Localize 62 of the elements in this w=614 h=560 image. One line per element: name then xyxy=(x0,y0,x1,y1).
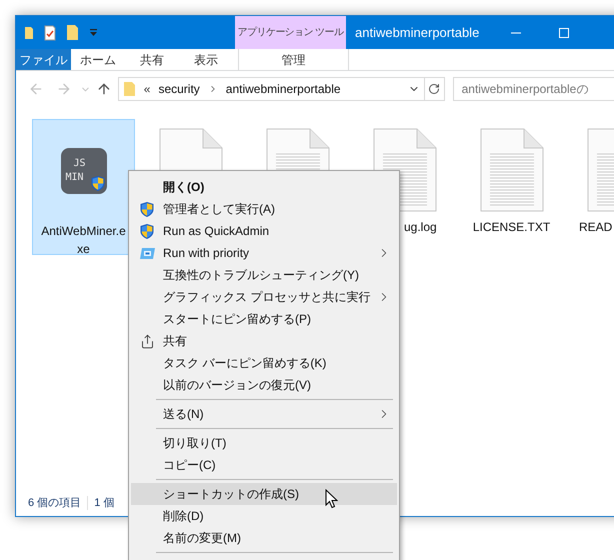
new-folder-icon[interactable] xyxy=(66,24,79,41)
shield-icon xyxy=(90,175,106,192)
selection-count: 1 個 xyxy=(94,496,114,511)
menu-item-label: ショートカットの作成(S) xyxy=(163,486,299,503)
menu-item-label: 互換性のトラブルシューティング(Y) xyxy=(163,267,359,284)
menu-item[interactable]: 送る(N) xyxy=(131,403,397,425)
file-item[interactable]: JS MIN AntiWebMiner.exe xyxy=(32,119,135,255)
breadcrumb-segment[interactable]: antiwebminerportable xyxy=(226,80,341,98)
contextual-tab-header: アプリケーション ツール xyxy=(235,16,346,49)
properties-icon[interactable] xyxy=(44,24,56,40)
item-count: 6 個の項目 xyxy=(28,496,82,511)
manage-tab[interactable]: 管理 xyxy=(238,49,349,70)
menu-item-label: 切り取り(T) xyxy=(163,435,226,452)
shield-icon xyxy=(139,222,155,240)
menu-item-label: スタートにピン留めする(P) xyxy=(163,311,311,328)
pointer-cursor-icon xyxy=(325,489,338,509)
menu-item-label: 開く(O) xyxy=(163,179,204,196)
share-icon xyxy=(140,334,154,348)
menu-item[interactable]: ショートカットの作成(S) xyxy=(131,483,397,505)
dropdown-icon[interactable] xyxy=(89,28,98,37)
shield-icon xyxy=(139,200,155,218)
ribbon-tab[interactable]: 共有 xyxy=(125,49,179,70)
menu-item[interactable]: タスク バーにピン留めする(K) xyxy=(131,352,397,374)
menu-item[interactable]: 共有 xyxy=(131,330,397,352)
search-field[interactable]: antiwebminerportableの xyxy=(452,77,614,101)
menu-item[interactable]: 名前の変更(M) xyxy=(131,527,397,549)
app-icon-text: MIN xyxy=(66,172,84,184)
file-name: AntiWebMiner.exe xyxy=(40,223,126,258)
menu-item-label: タスク バーにピン留めする(K) xyxy=(163,355,326,372)
menu-item-label: 管理者として実行(A) xyxy=(163,201,275,218)
path-overflow[interactable]: « xyxy=(144,80,150,98)
maximize-icon[interactable] xyxy=(559,28,570,38)
window-title: antiwebminerportable xyxy=(355,24,480,42)
menu-item[interactable]: 以前のバージョンの復元(V) xyxy=(131,374,397,396)
refresh-icon[interactable] xyxy=(428,83,440,95)
file-tab[interactable]: ファイル xyxy=(16,49,71,70)
up-icon[interactable] xyxy=(96,81,112,97)
menu-item-label: 共有 xyxy=(163,333,187,350)
menu-item-label: コピー(C) xyxy=(163,457,216,474)
menu-item-label: Run as QuickAdmin xyxy=(163,223,270,240)
menu-item[interactable]: コピー(C) xyxy=(131,454,397,476)
menu-item[interactable]: 削除(D) xyxy=(131,505,397,527)
ribbon-tab[interactable]: 表示 xyxy=(179,49,233,70)
file-name: LICENSE.TXT xyxy=(472,219,552,236)
menu-item-label: 以前のバージョンの復元(V) xyxy=(163,377,311,394)
menu-item[interactable]: 互換性のトラブルシューティング(Y) xyxy=(131,264,397,286)
menu-item-label: 削除(D) xyxy=(163,508,204,525)
folder-icon[interactable] xyxy=(24,24,34,40)
menu-item-label: グラフィックス プロセッサと共に実行 xyxy=(163,289,370,306)
menu-item[interactable]: 切り取り(T) xyxy=(131,432,397,454)
menu-item-label: 送る(N) xyxy=(163,406,204,423)
file-name: READ xyxy=(579,219,612,236)
file-name: ug.log xyxy=(404,219,437,236)
ribbon-tab[interactable]: ホーム xyxy=(71,49,125,70)
address-bar[interactable]: « security antiwebminerportable xyxy=(118,77,445,101)
menu-item-label: 名前の変更(M) xyxy=(163,530,241,547)
breadcrumb-segment[interactable]: security xyxy=(158,80,200,98)
app-icon-text: JS xyxy=(74,158,86,170)
folder-icon xyxy=(122,81,136,97)
menu-item[interactable]: グラフィックス プロセッサと共に実行 xyxy=(131,286,397,308)
menu-item[interactable]: スタートにピン留めする(P) xyxy=(131,308,397,330)
menu-item-label: Run with priority xyxy=(163,245,250,262)
